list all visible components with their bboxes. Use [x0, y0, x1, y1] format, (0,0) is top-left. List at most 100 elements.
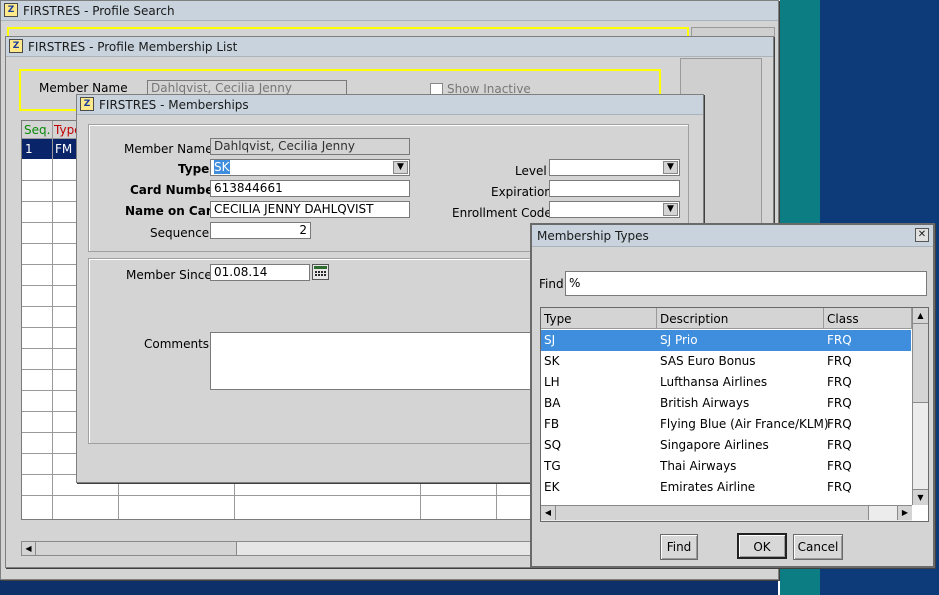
name-on-card-input[interactable]: CECILIA JENNY DAHLQVIST — [210, 201, 410, 218]
list-item[interactable]: SK SAS Euro Bonus FRQ — [541, 351, 911, 372]
grid-divider — [118, 481, 119, 519]
member-since-input[interactable]: 01.08.14 — [210, 264, 310, 281]
expiration-input[interactable] — [549, 180, 680, 197]
grid-divider — [22, 453, 82, 454]
grid-divider — [420, 481, 421, 519]
row-type: SQ — [544, 438, 562, 452]
membership-types-list: Type Description Class SJ SJ Prio FRQ SK… — [540, 307, 929, 522]
type-select[interactable]: SK ▼ — [210, 159, 410, 176]
dropdown-arrow-icon[interactable]: ▼ — [393, 161, 408, 174]
scroll-right-icon[interactable]: ▶ — [897, 506, 912, 520]
app-icon: Z — [80, 97, 94, 111]
enrollment-code-label: Enrollment Code — [452, 206, 552, 220]
grid-divider — [234, 481, 235, 519]
grid-divider — [22, 432, 82, 433]
grid-divider — [22, 201, 82, 202]
list-item[interactable]: SQ Singapore Airlines FRQ — [541, 435, 911, 456]
row-type: FM — [55, 142, 73, 156]
scroll-thumb[interactable] — [556, 506, 869, 520]
row-type: TG — [544, 459, 561, 473]
vertical-scrollbar[interactable]: ▲ ▼ — [912, 308, 928, 505]
scroll-left-icon[interactable]: ◀ — [541, 506, 556, 520]
find-button[interactable]: Find — [660, 534, 698, 560]
find-input[interactable]: % — [565, 271, 927, 296]
grid-divider — [22, 285, 82, 286]
list-item[interactable]: SJ SJ Prio FRQ — [541, 330, 911, 351]
row-description: SJ Prio — [660, 333, 698, 347]
row-class: FRQ — [827, 417, 852, 431]
membership-types-titlebar[interactable]: Membership Types ✕ — [532, 225, 933, 247]
ok-button[interactable]: OK — [737, 533, 787, 559]
col-type-header[interactable]: Type — [541, 308, 657, 329]
list-item[interactable]: TG Thai Airways FRQ — [541, 456, 911, 477]
member-name-field: Dahlqvist, Cecilia Jenny — [210, 138, 410, 155]
row-description: Lufthansa Airlines — [660, 375, 768, 389]
col-seq-header[interactable]: Seq. — [24, 123, 50, 137]
grid-divider — [22, 306, 82, 307]
row-class: FRQ — [827, 438, 852, 452]
row-class: FRQ — [827, 375, 852, 389]
card-number-input[interactable]: 613844661 — [210, 180, 410, 197]
cancel-button[interactable]: Cancel — [793, 534, 843, 560]
window-title: FIRSTRES - Profile Membership List — [28, 40, 238, 54]
grid-divider — [22, 390, 82, 391]
type-value: SK — [214, 160, 230, 174]
membership-list-titlebar[interactable]: Z FIRSTRES - Profile Membership List — [6, 37, 773, 57]
grid-divider — [22, 495, 552, 496]
grid-divider — [22, 474, 82, 475]
list-item[interactable]: BA British Airways FRQ — [541, 393, 911, 414]
scroll-thumb[interactable] — [36, 542, 237, 555]
row-seq: 1 — [25, 142, 33, 156]
find-label: Find — [539, 277, 564, 291]
row-type: EK — [544, 480, 560, 494]
row-description: SAS Euro Bonus — [660, 354, 756, 368]
enrollment-code-select[interactable]: ▼ — [549, 201, 680, 218]
row-class: FRQ — [827, 333, 852, 347]
profile-search-titlebar[interactable]: Z FIRSTRES - Profile Search — [1, 1, 778, 21]
dropdown-arrow-icon[interactable]: ▼ — [663, 161, 678, 174]
sequence-input[interactable]: 2 — [210, 222, 311, 239]
expiration-label: Expiration — [491, 185, 552, 199]
row-class: FRQ — [827, 354, 852, 368]
dropdown-arrow-icon[interactable]: ▼ — [663, 203, 678, 216]
list-item[interactable]: EK Emirates Airline FRQ — [541, 477, 911, 498]
row-description: British Airways — [660, 396, 750, 410]
grid-divider — [22, 222, 82, 223]
row-type: BA — [544, 396, 561, 410]
list-item[interactable]: LH Lufthansa Airlines FRQ — [541, 372, 911, 393]
window-title: FIRSTRES - Profile Search — [23, 4, 175, 18]
comments-textarea[interactable] — [210, 332, 570, 390]
member-name-label: Member Name — [124, 142, 213, 156]
window-title: FIRSTRES - Memberships — [99, 98, 249, 112]
comments-label: Comments — [144, 337, 210, 351]
row-type: FB — [544, 417, 560, 431]
col-class-header[interactable]: Class — [824, 308, 912, 329]
calendar-icon[interactable] — [312, 264, 329, 280]
memberships-titlebar[interactable]: Z FIRSTRES - Memberships — [77, 95, 703, 115]
grid-divider — [22, 264, 82, 265]
grid-divider — [496, 481, 497, 519]
row-class: FRQ — [827, 480, 852, 494]
list-item[interactable]: FB Flying Blue (Air France/KLM) FRQ — [541, 414, 911, 435]
row-type: LH — [544, 375, 560, 389]
row-description: Singapore Airlines — [660, 438, 769, 452]
sequence-label: Sequence — [150, 226, 210, 240]
row-type: SK — [544, 354, 560, 368]
member-since-label: Member Since — [126, 268, 212, 282]
row-type: SJ — [544, 333, 556, 347]
row-description: Flying Blue (Air France/KLM) — [660, 417, 829, 431]
level-label: Level — [515, 164, 547, 178]
row-description: Thai Airways — [660, 459, 737, 473]
scroll-thumb[interactable] — [913, 324, 928, 403]
grid-divider — [22, 369, 82, 370]
level-select[interactable]: ▼ — [549, 159, 680, 176]
close-icon[interactable]: ✕ — [915, 228, 929, 242]
scroll-down-icon[interactable]: ▼ — [913, 489, 928, 505]
horizontal-scrollbar[interactable]: ◀ ▶ — [541, 505, 912, 521]
scroll-left-icon[interactable]: ◀ — [22, 542, 36, 555]
scroll-up-icon[interactable]: ▲ — [913, 308, 928, 324]
grid-divider — [22, 411, 82, 412]
grid-divider — [22, 243, 82, 244]
col-description-header[interactable]: Description — [657, 308, 824, 329]
row-description: Emirates Airline — [660, 480, 756, 494]
